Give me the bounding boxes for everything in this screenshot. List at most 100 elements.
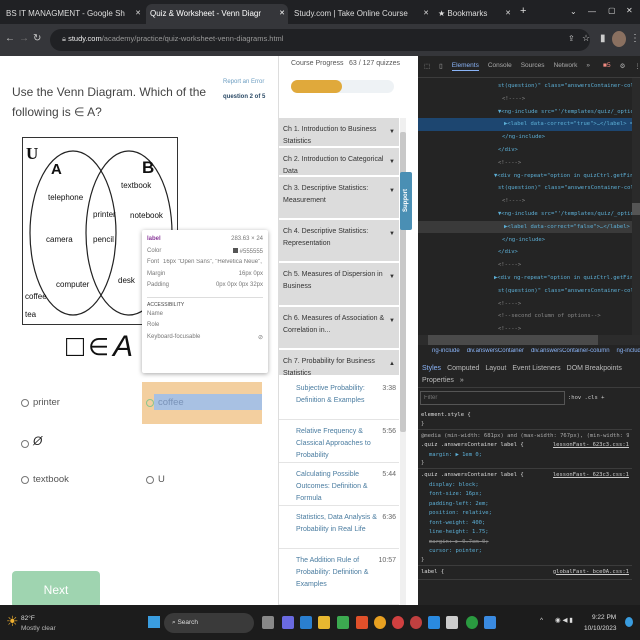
layout-tab[interactable]: Layout (485, 364, 506, 374)
tab-quiz[interactable]: Quiz & Worksheet - Venn Diagr ✕ (146, 4, 288, 24)
sidepanel-icon[interactable]: ▮ (600, 33, 606, 44)
app-icon[interactable] (484, 616, 496, 629)
breadcrumb-item[interactable]: div.answersContainer (467, 348, 524, 360)
close-tab-icon[interactable]: ✕ (423, 9, 429, 17)
brave-icon[interactable] (356, 616, 368, 629)
weather-desc[interactable]: Mostly clear (21, 625, 56, 632)
radio-icon[interactable] (146, 475, 154, 484)
breadcrumb-item[interactable]: ng-include (432, 348, 460, 360)
dom-node[interactable]: </ng-include> (418, 234, 632, 247)
css-source-link[interactable]: lessonFast-_623c3.css:1 (553, 441, 629, 451)
dom-breakpoints-tab[interactable]: DOM Breakpoints (567, 364, 622, 374)
lesson-item[interactable]: Relative Frequency & Classical Approache… (279, 420, 399, 463)
breadcrumb-item[interactable]: div.answersContainer-column (531, 348, 610, 360)
dom-node[interactable]: st(question)" class="answersContainer-co… (418, 80, 632, 93)
dom-node[interactable]: ▼<div ng-repeat="option in quizCtrl.getF… (418, 170, 632, 183)
css-declaration[interactable]: font-size: 16px; (421, 490, 629, 500)
wifi-volume-battery-icons[interactable]: ◉ ◀ ▮ (555, 616, 573, 624)
option-universe[interactable]: U (146, 474, 165, 485)
devtools-tab-console[interactable]: Console (488, 62, 512, 71)
css-source-link[interactable]: globalFast-_bce0A.css:1 (553, 568, 629, 578)
dom-tree-scrollbar[interactable] (632, 78, 640, 335)
breadcrumb-item[interactable]: ng-include (617, 348, 640, 360)
dom-node[interactable]: <!----> (418, 259, 632, 272)
lesson-item[interactable]: Statistics, Data Analysis & Probability … (279, 506, 399, 549)
radio-icon[interactable] (21, 398, 29, 407)
dom-node[interactable]: ▶<label data-correct="false">…</label> (418, 220, 632, 234)
dom-node[interactable]: <!----> (418, 93, 632, 106)
css-selector[interactable]: label { (421, 568, 444, 578)
file-explorer-icon[interactable] (318, 616, 330, 629)
menu-icon[interactable]: ⋮ (630, 33, 640, 44)
css-declaration[interactable]: position: relative; (421, 509, 629, 519)
close-tab-icon[interactable]: ✕ (505, 9, 511, 17)
lesson-item[interactable]: The Addition Rule of Probability: Defini… (279, 549, 399, 605)
inspect-icon[interactable]: ⬚ (424, 62, 430, 71)
css-declaration[interactable]: display: block; (421, 481, 629, 491)
chrome-profile-icon[interactable] (392, 616, 404, 629)
chapter-2[interactable]: Ch 2. Introduction to Categorical Data ▼ (279, 148, 399, 177)
task-view-icon[interactable] (262, 616, 274, 629)
back-icon[interactable]: ← (5, 33, 15, 44)
dom-node[interactable]: <!----> (418, 157, 632, 170)
chapter-1[interactable]: Ch 1. Introduction to Business Statistic… (279, 118, 399, 148)
dom-node[interactable]: st(question)" class="answersContainer-co… (418, 285, 632, 298)
style-filter-tools[interactable]: :hov .cls + (568, 395, 604, 401)
horizontal-scrollbar[interactable] (418, 335, 640, 345)
settings-gear-icon[interactable]: ⚙ (620, 62, 626, 71)
lesson-item[interactable]: Subjective Probability: Definition & Exa… (279, 377, 399, 420)
taskbar-search[interactable]: ⌕ Search (164, 613, 254, 633)
dom-node[interactable]: st(question)" class="answersContainer-co… (418, 182, 632, 195)
option-printer[interactable]: printer (21, 397, 60, 408)
app-icon[interactable] (446, 616, 458, 629)
forward-icon[interactable]: → (19, 33, 29, 44)
lock-app-icon[interactable] (337, 616, 349, 629)
dom-node[interactable]: </ng-include> (418, 131, 632, 144)
close-tab-icon[interactable]: ✕ (135, 9, 141, 17)
computed-tab[interactable]: Computed (447, 364, 479, 374)
notification-icon[interactable] (625, 617, 633, 627)
css-declaration[interactable]: line-height: 1.75; (421, 528, 629, 538)
css-source-link[interactable]: lessonFast-_623c3.css:1 (553, 471, 629, 481)
close-window-icon[interactable]: ✕ (626, 6, 633, 15)
report-error-link[interactable]: Report an Error (223, 79, 264, 85)
clock-date[interactable]: 10/10/2023 (584, 625, 617, 632)
chrome-icon[interactable] (374, 616, 386, 629)
weather-temp[interactable]: 82°F (21, 615, 35, 622)
chapter-4[interactable]: Ch 4. Descriptive Statistics: Representa… (279, 220, 399, 263)
dom-node[interactable]: <!--second column of options--> (418, 310, 632, 323)
event-listeners-tab[interactable]: Event Listeners (512, 364, 560, 374)
clock-time[interactable]: 9:22 PM (592, 614, 616, 621)
tab-search-icon[interactable]: ⌄ (570, 7, 577, 16)
maximize-icon[interactable]: ▢ (608, 6, 616, 15)
css-declaration[interactable]: margin: ▶ 0.7em 0; (421, 538, 629, 548)
lesson-item[interactable]: Calculating Possible Outcomes: Definitio… (279, 463, 399, 506)
dom-node[interactable]: <!----> (418, 298, 632, 311)
option-textbook[interactable]: textbook (21, 474, 69, 485)
css-selector[interactable]: element.style { (421, 411, 471, 421)
error-badge[interactable]: ■5 (603, 62, 611, 71)
share-icon[interactable]: ⇪ (568, 34, 575, 43)
app-icon[interactable] (300, 616, 312, 629)
tab-bookmarks[interactable]: ★ Bookmarks ✕ (434, 4, 514, 24)
dom-node[interactable]: ▶<div ng-repeat="option in quizCtrl.getF… (418, 272, 632, 285)
devtools-tab-sources[interactable]: Sources (521, 62, 545, 71)
properties-tab[interactable]: Properties (422, 376, 454, 386)
css-media-query[interactable]: @media (min-width: 681px) and (max-width… (421, 432, 629, 442)
support-tab[interactable]: Support (400, 172, 412, 230)
dom-node[interactable]: <!----> (418, 195, 632, 208)
devtools-menu-icon[interactable]: ⋮ (634, 62, 640, 71)
css-selector[interactable]: .quiz .answersContainer label { (421, 441, 524, 451)
css-declaration[interactable]: padding-left: 2em; (421, 500, 629, 510)
close-tab-icon[interactable]: ✕ (279, 9, 285, 17)
new-tab-icon[interactable]: + (520, 5, 526, 17)
chat-icon[interactable] (282, 616, 294, 629)
devtools-tab-network[interactable]: Network (554, 62, 578, 71)
css-declaration[interactable]: font-weight: 400; (421, 519, 629, 529)
tab-study[interactable]: Study.com | Take Online Course ✕ (290, 4, 432, 24)
bookmark-star-icon[interactable]: ☆ (582, 33, 590, 44)
devtools-tab-elements[interactable]: Elements (451, 62, 479, 71)
profile-avatar[interactable] (612, 31, 626, 47)
styles-filter-input[interactable] (420, 391, 565, 405)
chapter-6[interactable]: Ch 6. Measures of Association & Correlat… (279, 307, 399, 350)
